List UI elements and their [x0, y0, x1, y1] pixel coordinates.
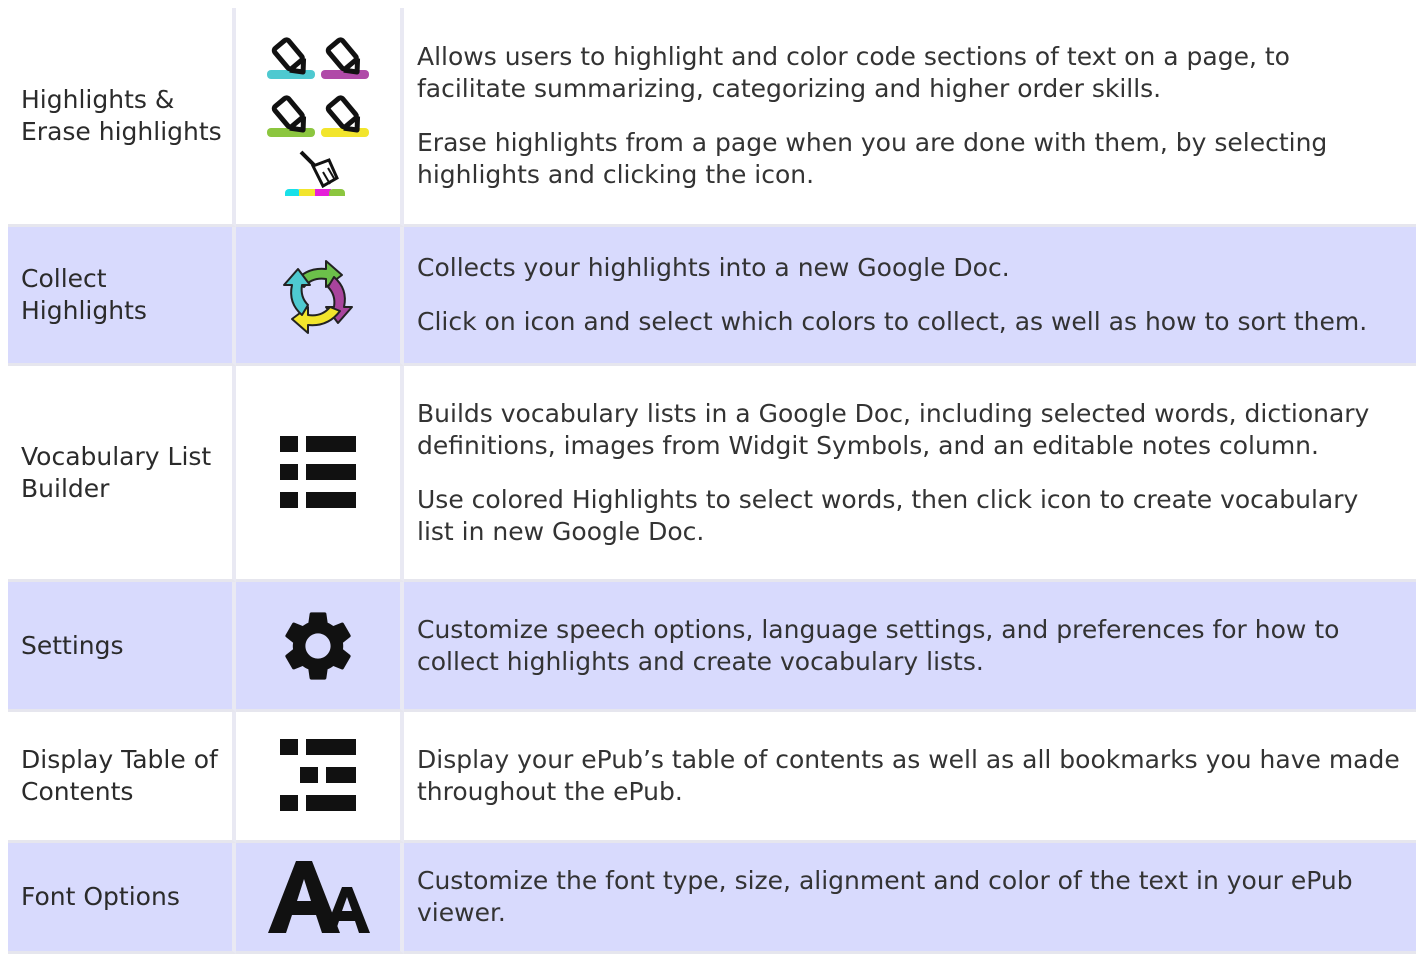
feature-name: Vocabulary List Builder [21, 441, 212, 503]
feature-name: Display Table of Contents [21, 745, 218, 806]
feature-name: Font Options [21, 882, 180, 911]
table-row-vocabulary-list-builder: Vocabulary List Builder Builds vocabulary… [8, 366, 1416, 582]
feature-icon-cell [236, 582, 404, 712]
feature-name: Highlights & Erase highlights [21, 85, 222, 146]
features-table: Highlights & Erase highlights Allows use… [8, 8, 1416, 954]
font-size-icon[interactable] [236, 857, 400, 937]
feature-icon-cell [236, 8, 404, 227]
feature-description-cell: Collects your highlights into a new Goog… [404, 227, 1416, 366]
gear-icon[interactable] [236, 604, 400, 688]
feature-icon-cell [236, 227, 404, 366]
table-row-table-of-contents: Display Table of Contents Display your eP… [8, 712, 1416, 843]
collect-arrows-icon[interactable] [236, 253, 400, 337]
feature-name: Collect Highlights [21, 264, 147, 325]
feature-description: Erase highlights from a page when you ar… [417, 128, 1328, 189]
feature-icon-cell [236, 366, 404, 582]
feature-name-cell: Vocabulary List Builder [8, 366, 236, 582]
feature-description: Display your ePub’s table of contents as… [417, 745, 1400, 806]
feature-name-cell: Font Options [8, 843, 236, 954]
list-icon[interactable] [236, 434, 400, 512]
feature-description-cell: Allows users to highlight and color code… [404, 8, 1416, 227]
feature-icon-cell [236, 843, 404, 954]
feature-description: Customize speech options, language setti… [417, 614, 1340, 676]
table-row-settings: Settings Customize speech options, langu… [8, 582, 1416, 712]
feature-description: Collects your highlights into a new Goog… [417, 253, 1010, 282]
feature-name-cell: Settings [8, 582, 236, 712]
feature-description-cell: Customize speech options, language setti… [404, 582, 1416, 712]
feature-name-cell: Collect Highlights [8, 227, 236, 366]
feature-description: Allows users to highlight and color code… [417, 42, 1290, 103]
feature-name-cell: Highlights & Erase highlights [8, 8, 236, 227]
feature-description: Click on icon and select which colors to… [417, 307, 1368, 336]
feature-name: Settings [21, 630, 124, 660]
feature-description: Use colored Highlights to select words, … [417, 484, 1359, 546]
feature-description-cell: Display your ePub’s table of contents as… [404, 712, 1416, 843]
table-of-contents-icon[interactable] [236, 737, 400, 815]
feature-description-cell: Builds vocabulary lists in a Google Doc,… [404, 366, 1416, 582]
feature-description-cell: Customize the font type, size, alignment… [404, 843, 1416, 954]
feature-name-cell: Display Table of Contents [8, 712, 236, 843]
feature-icon-cell [236, 712, 404, 843]
table-row-font-options: Font Options Customize the font type, si… [8, 843, 1416, 954]
table-row-highlights: Highlights & Erase highlights Allows use… [8, 8, 1416, 227]
feature-description: Builds vocabulary lists in a Google Doc,… [417, 398, 1370, 460]
feature-description: Customize the font type, size, alignment… [417, 866, 1353, 927]
table-row-collect-highlights: Collect Highlights Collects your highlig… [8, 227, 1416, 366]
highlighter-pens-and-eraser-icon[interactable] [236, 36, 400, 196]
